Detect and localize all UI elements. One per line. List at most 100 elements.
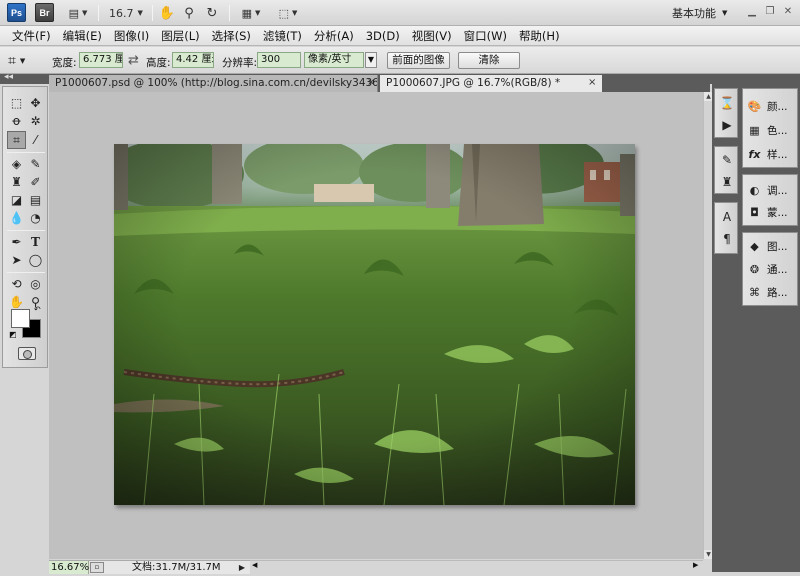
height-field[interactable]: 4.42 厘米 (172, 52, 214, 68)
document-tab-psd[interactable]: P1000607.psd @ 100% (http://blog.sina.co… (49, 75, 378, 92)
chevron-down-icon[interactable]: ▼ (365, 52, 377, 68)
masks-panel-tab[interactable]: ◘ 蒙... (747, 203, 787, 221)
panel-label: 颜... (767, 100, 788, 113)
brushes-panel-icon[interactable]: ✎ (719, 152, 735, 168)
zoom-level-dropdown[interactable]: 16.7 ▼ (106, 4, 146, 22)
close-icon[interactable]: × (588, 75, 596, 91)
close-icon[interactable]: × (367, 75, 375, 91)
arrow-cursor-icon: ➤ (11, 253, 22, 267)
color-panel-tab[interactable]: 🎨 颜... (747, 97, 788, 115)
swap-dimensions-icon[interactable]: ⇄ (128, 53, 139, 68)
type-icon: T (31, 235, 40, 249)
menu-image[interactable]: 图像(I) (108, 28, 155, 44)
view-extras-button[interactable]: ▤ ▼ (64, 4, 92, 22)
menu-analysis[interactable]: 分析(A) (308, 28, 360, 44)
history-panel-icon[interactable]: ⌛ (719, 95, 735, 111)
3d-orbit-tool[interactable]: ◎ (26, 275, 45, 293)
options-bar: ⌗▼ 宽度: 6.773 厘米 ⇄ 高度: 4.42 厘米 分辨率: 300 像… (0, 47, 800, 74)
rotate-view-button[interactable]: ↻ (203, 4, 221, 22)
menu-view[interactable]: 视图(V) (406, 28, 458, 44)
screen-mode-button[interactable]: ⬚ ▼ (273, 4, 303, 22)
restore-icon[interactable]: ❐ (762, 5, 778, 19)
history-brush-tool[interactable]: ✐ (26, 173, 45, 191)
menu-layer[interactable]: 图层(L) (155, 28, 205, 44)
swatches-grid-icon: ▦ (749, 123, 760, 137)
swatches-panel-tab[interactable]: ▦ 色... (747, 121, 787, 139)
shape-tool[interactable]: ◯ (26, 251, 45, 269)
droplet-icon: 💧 (9, 211, 24, 225)
minimize-icon[interactable]: ▁ (744, 5, 760, 19)
status-info-icon[interactable]: ▫ (90, 562, 104, 573)
quick-mask-button[interactable] (18, 347, 36, 360)
application-bar: Ps Br ▤ ▼ 16.7 ▼ ✋ ⚲ ↻ ▦ ▼ ⬚ ▼ 基本功能 ▼ ▁ ❐ ✕ (0, 0, 800, 26)
dodge-tool[interactable]: ◔ (26, 209, 45, 227)
hand-tool-button[interactable]: ✋ (158, 4, 176, 22)
default-colors-icon[interactable]: ◩ (9, 330, 17, 339)
brush-tool[interactable]: ✎ (26, 155, 45, 173)
arrange-documents-button[interactable]: ▦ ▼ (236, 4, 266, 22)
document-tab-bar: P1000607.psd @ 100% (http://blog.sina.co… (49, 75, 710, 92)
vertical-scrollbar[interactable]: ▲ ▼ (703, 92, 713, 559)
zoom-tool-button[interactable]: ⚲ (180, 4, 198, 22)
chevron-down-icon: ▼ (137, 9, 143, 17)
healing-brush-tool[interactable]: ◈ (7, 155, 26, 173)
blur-tool[interactable]: 💧 (7, 209, 26, 227)
magic-wand-tool[interactable]: ✲ (26, 112, 45, 130)
clear-button[interactable]: 清除 (458, 52, 520, 69)
close-icon[interactable]: ✕ (780, 5, 796, 19)
scroll-right-icon[interactable]: ▶ (693, 561, 698, 569)
collapse-arrows-icon[interactable]: ◂◂ (4, 72, 13, 82)
tab-label: P1000607.psd @ 100% (http://blog.sina.co… (55, 77, 378, 89)
layers-panel-tab[interactable]: ◆ 图... (747, 237, 787, 255)
styles-panel-tab[interactable]: fx 样... (747, 145, 788, 163)
eraser-tool[interactable]: ◪ (7, 191, 26, 209)
status-bar: 16.67% ▫ 文档:31.7M/31.7M ▶ (49, 560, 250, 574)
menu-select[interactable]: 选择(S) (206, 28, 257, 44)
document-canvas-area[interactable] (49, 92, 703, 559)
paths-panel-tab[interactable]: ⌘ 路... (747, 283, 788, 301)
tool-preset-picker[interactable]: ⌗ ▼ (8, 51, 38, 71)
crop-icon: ⌗ (8, 53, 16, 69)
menu-window[interactable]: 窗口(W) (458, 28, 513, 44)
path-selection-tool[interactable]: ➤ (7, 251, 26, 269)
menu-help[interactable]: 帮助(H) (513, 28, 566, 44)
lasso-tool[interactable]: ꝋ (7, 112, 26, 130)
front-image-button[interactable]: 前面的图像 (387, 52, 450, 69)
status-menu-arrow-icon[interactable]: ▶ (237, 562, 247, 573)
menu-edit[interactable]: 编辑(E) (57, 28, 108, 44)
bridge-launch-button[interactable]: Br (35, 3, 54, 22)
zoom-percentage-field[interactable]: 16.67% (49, 561, 89, 574)
document-tab-jpg[interactable]: P1000607.JPG @ 16.7%(RGB/8) * × (380, 75, 602, 92)
marquee-tool[interactable]: ⬚ (7, 94, 26, 112)
chevron-down-icon: ▼ (82, 9, 88, 17)
clone-source-panel-icon[interactable]: ♜ (719, 174, 735, 190)
swap-colors-icon[interactable]: ↶ (34, 305, 41, 314)
resolution-field[interactable]: 300 (257, 52, 301, 68)
crop-tool[interactable]: ⌗ (7, 131, 26, 149)
menu-3d[interactable]: 3D(D) (360, 29, 406, 43)
type-tool[interactable]: T (26, 233, 45, 251)
gradient-tool[interactable]: ▤ (26, 191, 45, 209)
move-tool[interactable]: ✥ (26, 94, 45, 112)
channels-panel-tab[interactable]: ❂ 通... (747, 260, 788, 278)
eyedropper-tool[interactable]: ⁄ (26, 131, 45, 149)
rotate-view-icon: ↻ (206, 5, 218, 21)
3d-rotate-tool[interactable]: ⟲ (7, 275, 26, 293)
screen-mode-icon: ⬚ (278, 6, 289, 20)
adjustments-panel-tab[interactable]: ◐ 调... (747, 181, 788, 199)
document-image[interactable] (114, 144, 635, 505)
character-panel-icon[interactable]: A (719, 209, 735, 225)
resolution-unit-select[interactable]: 像素/英寸 (304, 52, 364, 68)
actions-panel-icon[interactable]: ▶ (719, 117, 735, 133)
adjustments-circle-icon: ◐ (749, 183, 760, 197)
pen-tool[interactable]: ✒ (7, 233, 26, 251)
menu-file[interactable]: 文件(F) (6, 28, 57, 44)
clone-stamp-tool[interactable]: ♜ (7, 173, 26, 191)
menu-filter[interactable]: 滤镜(T) (257, 28, 308, 44)
scroll-left-icon[interactable]: ◀ (252, 561, 257, 569)
workspace-switcher[interactable]: 基本功能 ▼ (672, 5, 727, 21)
horizontal-scrollbar[interactable]: ◀ ▶ (250, 560, 703, 572)
width-field[interactable]: 6.773 厘米 (79, 52, 123, 68)
foreground-color-swatch[interactable] (11, 309, 30, 328)
paragraph-panel-icon[interactable]: ¶ (719, 231, 735, 247)
